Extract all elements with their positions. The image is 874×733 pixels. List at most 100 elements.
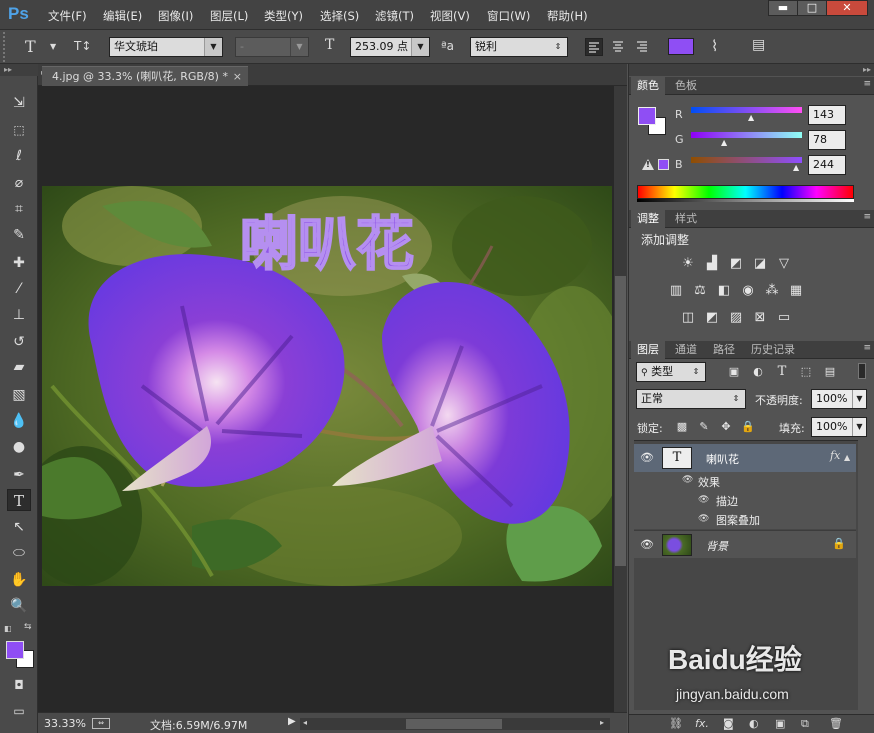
hand-tool-icon[interactable]: ✋ bbox=[7, 569, 31, 591]
fill-input[interactable]: 100% ▼ bbox=[811, 417, 867, 437]
swap-colors-icon[interactable]: ⇆ bbox=[24, 622, 32, 632]
ellipse-tool-icon[interactable]: ⬭ bbox=[7, 542, 31, 564]
new-layer-icon[interactable]: ⧉ bbox=[801, 717, 809, 731]
effect-stroke[interactable]: 描边 bbox=[716, 493, 738, 509]
layer-filter-select[interactable]: ⚲ 类型 ⇕ bbox=[636, 362, 706, 382]
levels-icon[interactable]: ▟ bbox=[703, 256, 721, 272]
color-spectrum-bar[interactable] bbox=[637, 185, 854, 199]
filter-type-icon[interactable]: T bbox=[773, 364, 791, 380]
layer-name[interactable]: 背景 bbox=[706, 538, 728, 554]
menu-help[interactable]: 帮助(H) bbox=[547, 8, 588, 24]
menu-view[interactable]: 视图(V) bbox=[430, 8, 470, 24]
hue-saturation-icon[interactable]: ▥ bbox=[667, 283, 685, 299]
color-balance-icon[interactable]: ⚖ bbox=[691, 283, 709, 299]
lock-image-icon[interactable]: ✎ bbox=[695, 419, 713, 435]
gamut-warning-icon[interactable]: ! bbox=[642, 159, 654, 170]
invert-icon[interactable]: ◫ bbox=[679, 310, 697, 326]
close-button[interactable]: ✕ bbox=[826, 0, 868, 16]
horizontal-scroll-thumb[interactable] bbox=[406, 719, 502, 729]
lock-transparent-icon[interactable]: ▩ bbox=[673, 419, 691, 435]
tab-adjustments[interactable]: 调整 bbox=[631, 210, 665, 228]
align-left-button[interactable] bbox=[585, 38, 603, 56]
tab-close-icon[interactable]: × bbox=[233, 67, 242, 87]
font-size-input[interactable]: 253.09 点 ▼ bbox=[350, 37, 430, 57]
channel-mixer-icon[interactable]: ⁂ bbox=[763, 283, 781, 299]
expand-effects-icon[interactable]: ▲ bbox=[844, 453, 850, 462]
vertical-scrollbar[interactable] bbox=[614, 86, 627, 712]
b-value-input[interactable]: 244 bbox=[808, 155, 846, 175]
tool-preset-arrow-icon[interactable]: ▼ bbox=[50, 42, 56, 51]
selective-color-icon[interactable]: ⊠ bbox=[751, 310, 769, 326]
visibility-eye-icon[interactable]: 👁 bbox=[640, 538, 654, 551]
align-right-button[interactable] bbox=[634, 38, 652, 56]
effect-pattern-overlay[interactable]: 图案叠加 bbox=[716, 512, 760, 528]
filter-adjustment-icon[interactable]: ◐ bbox=[749, 364, 767, 380]
layer-row-background[interactable]: 👁 背景 🔒 bbox=[634, 530, 856, 558]
history-brush-tool-icon[interactable]: ↺ bbox=[7, 331, 31, 353]
clone-stamp-tool-icon[interactable]: ⊥ bbox=[7, 304, 31, 326]
threshold-icon[interactable]: ▨ bbox=[727, 310, 745, 326]
b-slider[interactable] bbox=[691, 157, 802, 163]
brush-tool-icon[interactable]: ⁄ bbox=[7, 278, 31, 300]
vertical-scroll-thumb[interactable] bbox=[615, 276, 626, 566]
trash-icon[interactable]: 🗑 bbox=[829, 717, 843, 730]
color-fg-swatch[interactable] bbox=[638, 107, 656, 125]
photo-filter-icon[interactable]: ◉ bbox=[739, 283, 757, 299]
canvas-type-layer-text[interactable]: 喇叭花 bbox=[239, 209, 415, 279]
character-panel-icon[interactable]: ▤ bbox=[752, 37, 765, 53]
tab-paths[interactable]: 路径 bbox=[707, 341, 741, 359]
layer-fx-icon[interactable]: fx bbox=[830, 449, 840, 462]
r-slider-handle-icon[interactable]: ▲ bbox=[748, 113, 754, 122]
document-tab[interactable]: 4.jpg @ 33.3% (喇叭花, RGB/8) * × bbox=[42, 66, 248, 86]
visibility-eye-icon[interactable]: 👁 bbox=[640, 451, 654, 464]
crop-tool-icon[interactable]: ⌗ bbox=[7, 198, 31, 220]
tab-styles[interactable]: 样式 bbox=[669, 210, 703, 228]
exposure-icon[interactable]: ◪ bbox=[751, 256, 769, 272]
filter-pixel-icon[interactable]: ▣ bbox=[725, 364, 743, 380]
scroll-right-arrow-icon[interactable]: ▸ bbox=[600, 718, 604, 727]
r-slider[interactable] bbox=[691, 107, 802, 113]
panels-collapse-icon[interactable]: ▸▸ bbox=[629, 64, 874, 76]
link-layers-icon[interactable]: ⛓ bbox=[669, 717, 683, 730]
lock-all-icon[interactable]: 🔒 bbox=[739, 419, 757, 435]
panel-menu-icon[interactable]: ≡ bbox=[863, 79, 871, 89]
add-mask-icon[interactable]: ◙ bbox=[723, 717, 734, 730]
menu-layer[interactable]: 图层(L) bbox=[210, 8, 248, 24]
maximize-button[interactable]: □ bbox=[797, 0, 827, 16]
g-slider-handle-icon[interactable]: ▲ bbox=[721, 138, 727, 147]
tab-color[interactable]: 颜色 bbox=[631, 77, 665, 95]
brightness-icon[interactable]: ☀ bbox=[679, 256, 697, 272]
b-slider-handle-icon[interactable]: ▲ bbox=[793, 163, 799, 172]
foreground-color-swatch[interactable] bbox=[6, 641, 24, 659]
lock-position-icon[interactable]: ✥ bbox=[717, 419, 735, 435]
zoom-level[interactable]: 33.33% bbox=[44, 717, 86, 730]
scroll-left-arrow-icon[interactable]: ◂ bbox=[303, 718, 307, 727]
lasso-tool-icon[interactable]: ℓ bbox=[7, 145, 31, 167]
layer-row-text[interactable]: 👁 T 喇叭花 fx ▲ bbox=[634, 444, 856, 472]
font-family-select[interactable]: 华文琥珀 ▼ bbox=[109, 37, 223, 57]
stroke-visibility-eye-icon[interactable]: 👁 bbox=[698, 495, 709, 505]
r-value-input[interactable]: 143 bbox=[808, 105, 846, 125]
warp-text-icon[interactable]: ⌇ bbox=[711, 37, 718, 55]
tab-channels[interactable]: 通道 bbox=[669, 341, 703, 359]
new-adjustment-icon[interactable]: ◐ bbox=[749, 717, 759, 730]
move-tool-icon[interactable]: ⇲ bbox=[7, 92, 31, 114]
gamut-color-swatch[interactable] bbox=[658, 159, 669, 170]
color-lookup-icon[interactable]: ▦ bbox=[787, 283, 805, 299]
posterize-icon[interactable]: ◩ bbox=[703, 310, 721, 326]
tab-swatches[interactable]: 色板 bbox=[669, 77, 703, 95]
g-value-input[interactable]: 78 bbox=[808, 130, 846, 150]
quick-mask-icon[interactable]: ◘ bbox=[7, 674, 31, 696]
layer-name[interactable]: 喇叭花 bbox=[706, 451, 739, 467]
horizontal-scrollbar[interactable]: ◂ ▸ bbox=[300, 718, 610, 730]
path-select-tool-icon[interactable]: ↖ bbox=[7, 516, 31, 538]
add-style-icon[interactable]: fx. bbox=[695, 717, 709, 730]
menu-window[interactable]: 窗口(W) bbox=[487, 8, 530, 24]
type-tool-icon[interactable]: T bbox=[25, 37, 36, 56]
screen-mode-icon[interactable]: ▭ bbox=[7, 700, 31, 722]
tab-layers[interactable]: 图层 bbox=[631, 341, 665, 359]
gradient-map-icon[interactable]: ▭ bbox=[775, 310, 793, 326]
vibrance-icon[interactable]: ▽ bbox=[775, 256, 793, 272]
layer-lock-icon[interactable]: 🔒 bbox=[832, 537, 846, 550]
text-orientation-icon[interactable]: T↕ bbox=[74, 39, 91, 53]
